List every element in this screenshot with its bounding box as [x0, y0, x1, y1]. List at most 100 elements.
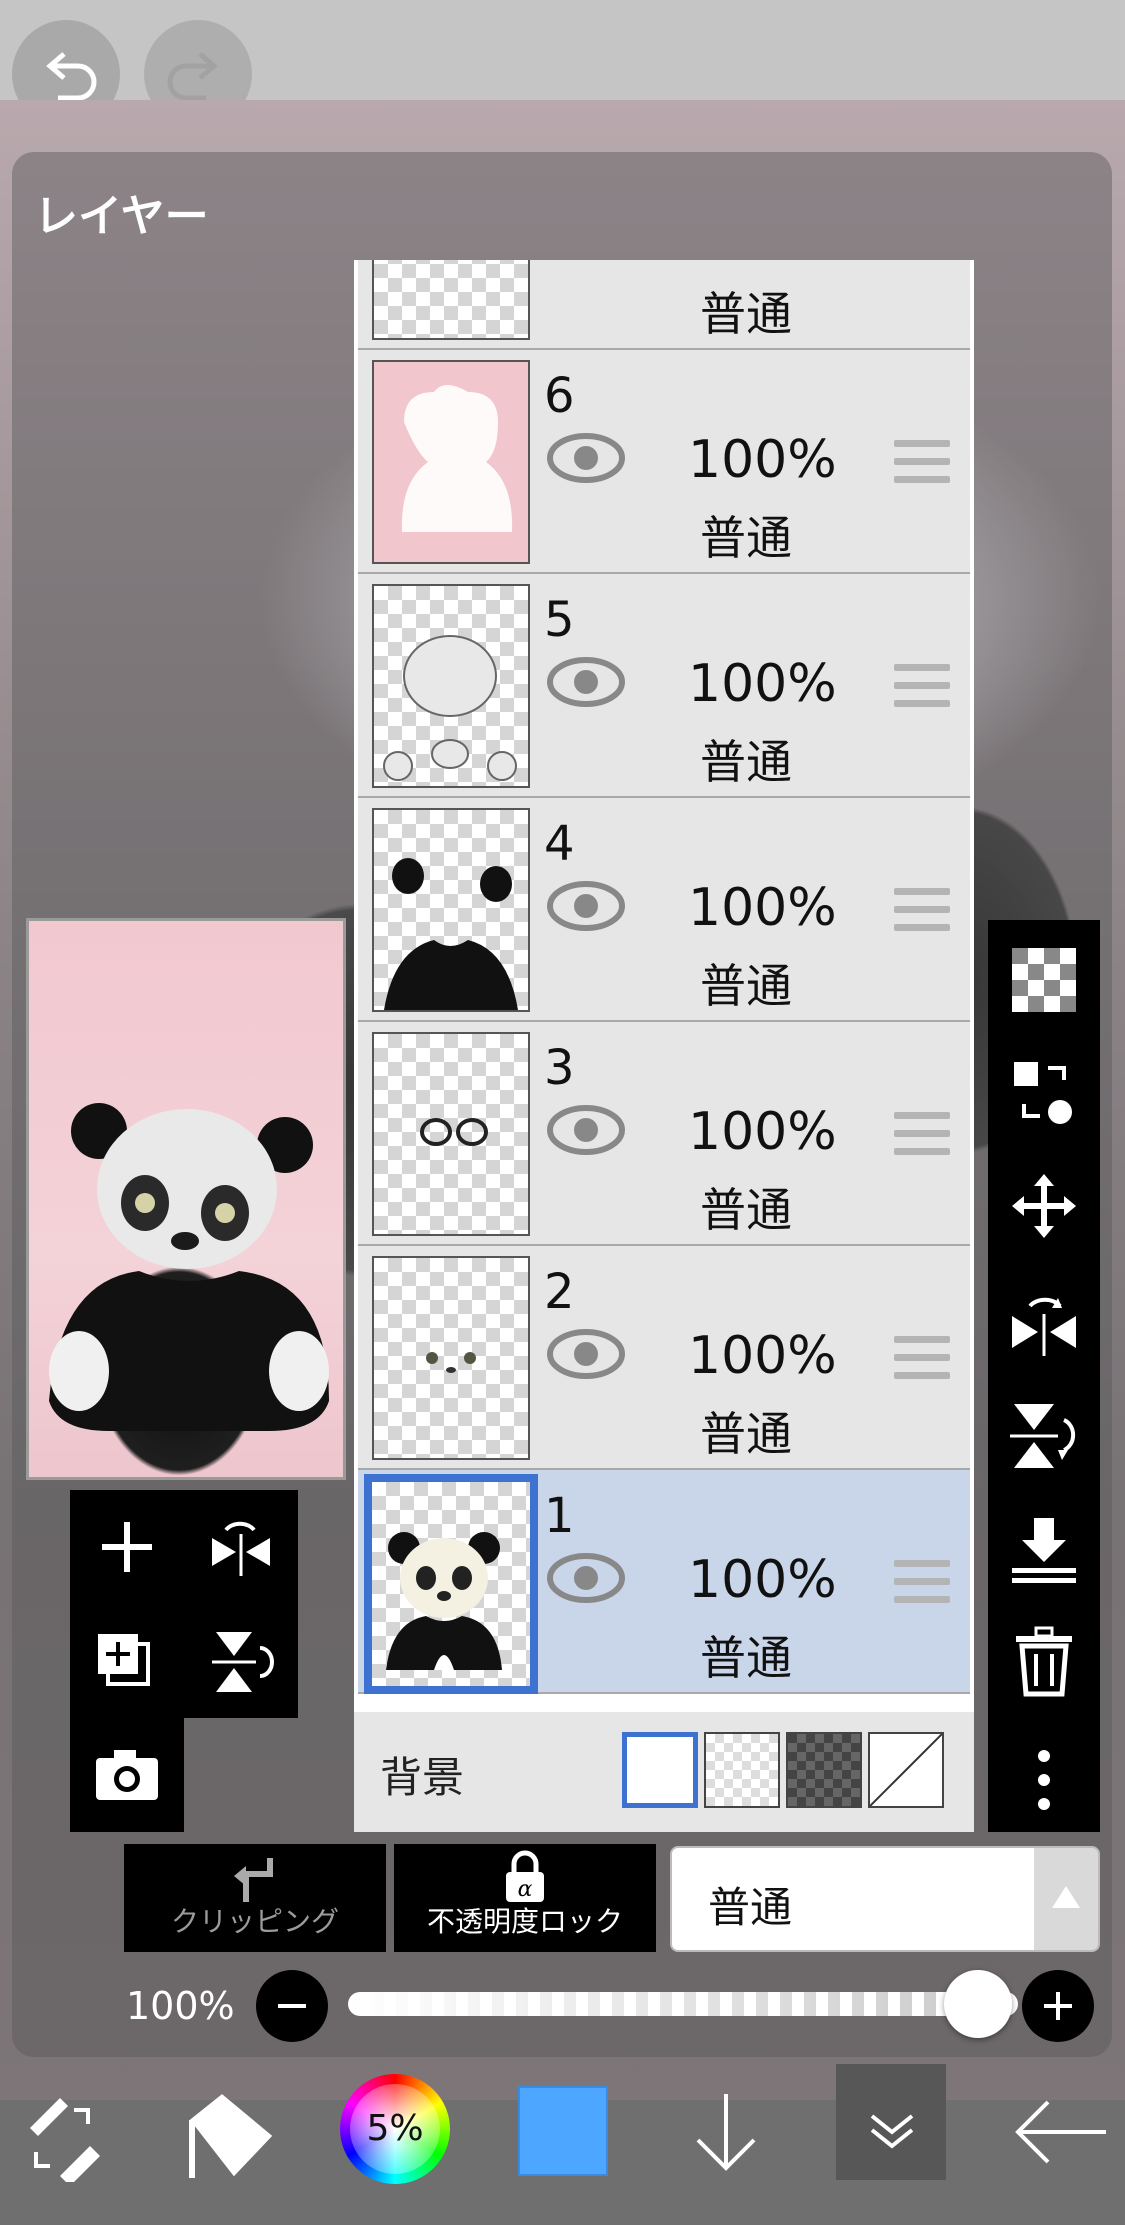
layer-opacity: 100% [688, 1102, 837, 1162]
blend-mode-value: 普通 [708, 1883, 793, 1932]
layer-thumbnail [372, 360, 530, 564]
visibility-eye-icon[interactable] [546, 1324, 626, 1384]
flip-canvas-horizontal-button[interactable] [184, 1490, 298, 1604]
visibility-eye-icon[interactable] [546, 428, 626, 488]
layer-blend-mode: 普通 [700, 287, 792, 341]
clipping-arrow-icon [234, 1858, 273, 1902]
triangle-up-icon [1052, 1886, 1080, 1908]
opacity-increase-button[interactable] [1022, 1970, 1094, 2042]
visibility-eye-icon[interactable] [546, 1548, 626, 1608]
flip-horizontal-icon[interactable] [1008, 1286, 1080, 1358]
arrow-down-icon[interactable] [684, 2088, 768, 2178]
transparency-checker-icon[interactable] [1008, 944, 1080, 1016]
layer-blend-mode: 普通 [700, 1407, 792, 1461]
visibility-eye-icon[interactable] [546, 876, 626, 936]
layer-row-4[interactable]: 4 100% 普通 [358, 798, 970, 1022]
add-layer-button[interactable] [70, 1490, 184, 1604]
layer-tools-strip [988, 920, 1100, 1832]
layer-thumbnail [372, 584, 530, 788]
layer-number: 1 [544, 1488, 575, 1544]
camera-icon [96, 1750, 158, 1800]
drag-handle-icon[interactable] [894, 1560, 950, 1604]
drag-handle-icon[interactable] [894, 888, 950, 932]
background-row: 背景 [354, 1712, 974, 1832]
layer-row-6[interactable]: 6 100% 普通 [358, 350, 970, 574]
layer-opacity: 100% [688, 654, 837, 714]
drag-handle-icon[interactable] [894, 440, 950, 484]
layer-opacity: 100% [688, 878, 837, 938]
layer-blend-mode: 普通 [700, 511, 792, 565]
layer-thumbnail [372, 260, 530, 340]
opacity-value-label: 100% [126, 1984, 235, 2028]
blend-mode-select[interactable]: 普通 [670, 1846, 1038, 1952]
panda-preview-image [49, 1103, 329, 1431]
layer-thumbnail [372, 1032, 530, 1236]
blend-mode-dropdown-button[interactable] [1034, 1846, 1100, 1952]
layer-number: 4 [544, 816, 575, 872]
opacity-lock-label: 不透明度ロック [426, 1905, 623, 1938]
double-chevron-down-icon [870, 2114, 914, 2149]
background-label: 背景 [380, 1753, 465, 1802]
layer-blend-mode: 普通 [700, 1631, 792, 1685]
flip-canvas-vertical-button[interactable] [184, 1604, 298, 1718]
layer-row-1[interactable]: 1 100% 普通 [358, 1470, 970, 1694]
flip-vertical-icon [212, 1632, 274, 1692]
merge-down-icon[interactable] [1008, 1514, 1080, 1586]
canvas-preview[interactable] [26, 918, 346, 1480]
clipping-label: クリッピング [170, 1905, 339, 1938]
background-light-checker-option[interactable] [704, 1732, 780, 1808]
layer-row-2[interactable]: 2 100% 普通 [358, 1246, 970, 1470]
background-none-option[interactable] [868, 1732, 944, 1808]
layer-opacity: 100% [688, 430, 837, 490]
layer-thumbnail [372, 808, 530, 1012]
opacity-decrease-button[interactable] [256, 1970, 328, 2042]
layer-blend-mode: 普通 [700, 1183, 792, 1237]
flip-vertical-icon[interactable] [1008, 1400, 1080, 1472]
layer-thumbnail [372, 1256, 530, 1460]
layer-number: 3 [544, 1040, 575, 1096]
svg-text:α: α [518, 1877, 533, 1902]
minus-icon [278, 2004, 306, 2008]
lock-alpha-icon: α [506, 1850, 544, 1902]
opacity-lock-button[interactable]: α 不透明度ロック [394, 1844, 656, 1952]
duplicate-icon [98, 1634, 150, 1686]
drag-handle-icon[interactable] [894, 1336, 950, 1380]
current-color-swatch[interactable] [518, 2086, 608, 2176]
fill-shape-icon[interactable] [182, 2090, 278, 2186]
panel-title: レイヤー [34, 191, 209, 242]
layer-blend-mode: 普通 [700, 959, 792, 1013]
tool-select-icon[interactable] [20, 2092, 110, 2182]
move-icon[interactable] [1008, 1170, 1080, 1242]
opacity-slider-thumb[interactable] [944, 1970, 1012, 2038]
color-wheel-button[interactable]: 5% [340, 2074, 450, 2184]
visibility-eye-icon[interactable] [546, 1100, 626, 1160]
import-photo-button[interactable] [70, 1718, 184, 1832]
layer-blend-mode: 普通 [700, 735, 792, 789]
brush-size-value: 5% [366, 2108, 424, 2149]
swap-layer-icon[interactable] [1008, 1056, 1080, 1128]
more-options-icon[interactable] [1008, 1746, 1080, 1818]
layer-number: 6 [544, 368, 575, 424]
drag-handle-icon[interactable] [894, 1112, 950, 1156]
plus-icon [102, 1522, 152, 1572]
layer-row-5[interactable]: 5 100% 普通 [358, 574, 970, 798]
trash-icon[interactable] [1008, 1626, 1080, 1698]
arrow-left-icon[interactable] [1010, 2092, 1110, 2172]
layer-thumbnail [364, 1474, 538, 1694]
layer-list[interactable]: 普通 6 100% 普通 5 100% 普通 4 100% 普通 3 100% … [354, 260, 974, 1832]
visibility-eye-icon[interactable] [546, 652, 626, 712]
duplicate-layer-button[interactable] [70, 1604, 184, 1718]
layer-opacity: 100% [688, 1550, 837, 1610]
flip-horizontal-icon [212, 1521, 270, 1576]
layer-row-7[interactable]: 普通 [358, 260, 970, 350]
background-white-option[interactable] [622, 1732, 698, 1808]
opacity-slider-track[interactable] [348, 1992, 1018, 2016]
layer-row-3[interactable]: 3 100% 普通 [358, 1022, 970, 1246]
layer-number: 2 [544, 1264, 575, 1320]
background-dark-checker-option[interactable] [786, 1732, 862, 1808]
plus-icon [1044, 1992, 1072, 2020]
clipping-button[interactable]: クリッピング [124, 1844, 386, 1952]
panel-toggle-button[interactable] [836, 2064, 946, 2180]
drag-handle-icon[interactable] [894, 664, 950, 708]
layer-opacity: 100% [688, 1326, 837, 1386]
